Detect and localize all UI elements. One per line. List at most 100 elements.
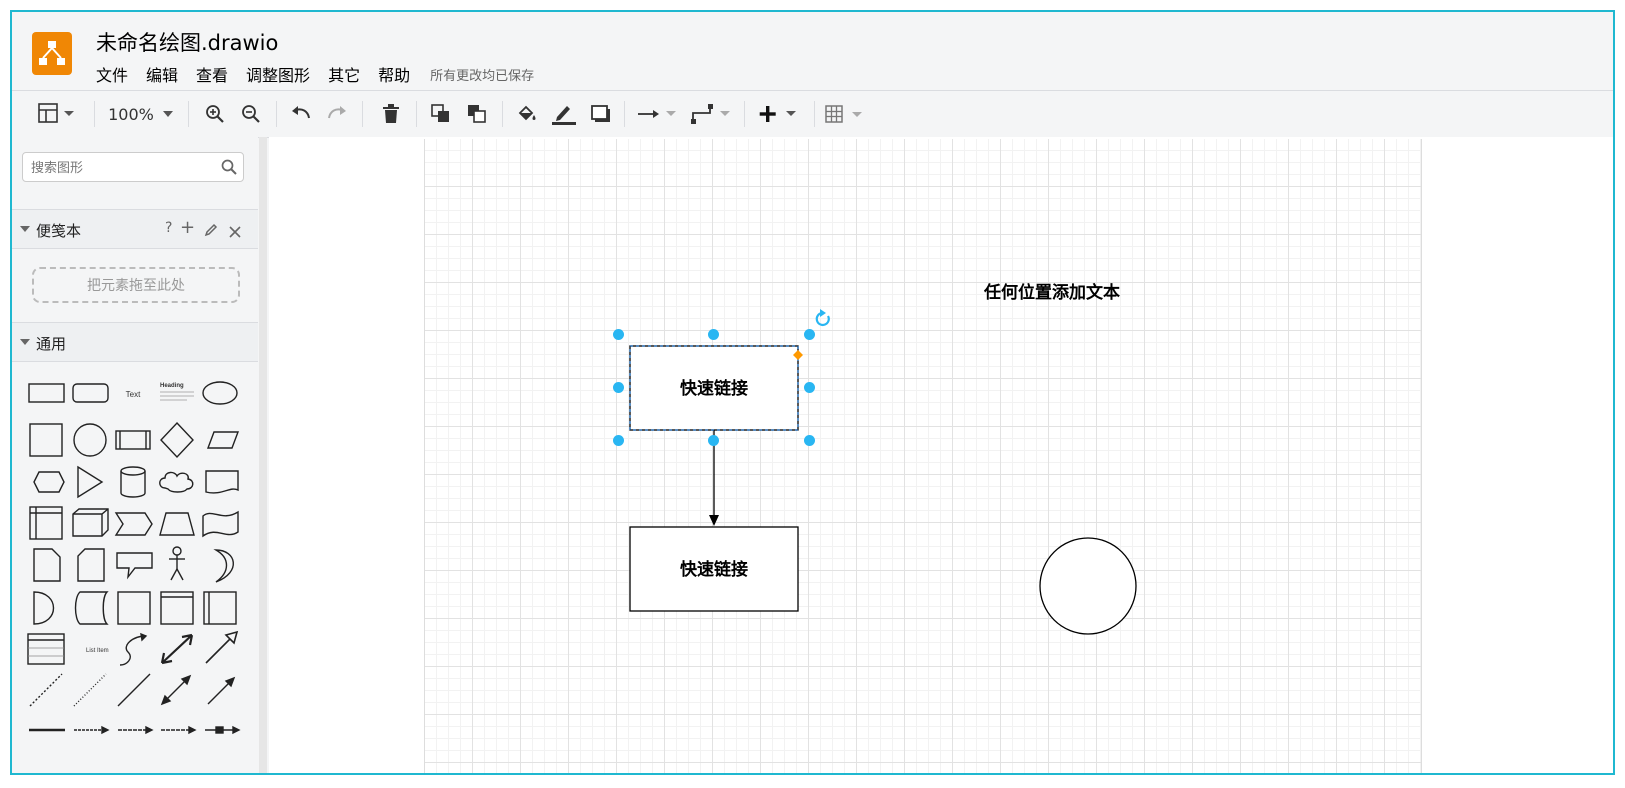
- shape-text[interactable]: Text: [126, 390, 141, 399]
- menu-view[interactable]: 查看: [196, 62, 228, 86]
- shape-actor[interactable]: [169, 546, 185, 581]
- shape-hexagon[interactable]: [33, 471, 65, 493]
- delete-button[interactable]: [378, 101, 404, 127]
- search-box: [22, 152, 244, 182]
- rotate-handle-icon[interactable]: [815, 309, 830, 327]
- scratchpad-drop-zone[interactable]: 把元素拖至此处: [32, 267, 240, 303]
- shape-document[interactable]: [205, 470, 239, 494]
- shape-link-edge[interactable]: [118, 725, 154, 735]
- zoom-dropdown[interactable]: 100%: [106, 101, 176, 127]
- shape-circle[interactable]: [73, 423, 107, 457]
- resize-handle-ne[interactable]: [804, 329, 815, 340]
- shape-bidirectional-connector[interactable]: [160, 674, 192, 706]
- shape-or[interactable]: [213, 549, 234, 583]
- file-title[interactable]: 未命名绘图.drawio: [96, 27, 278, 57]
- shape-callout[interactable]: [116, 552, 153, 580]
- insert-icon: [758, 104, 802, 124]
- menu-arrange[interactable]: 调整图形: [246, 62, 310, 86]
- redo-button[interactable]: [324, 101, 350, 127]
- menu-help[interactable]: 帮助: [378, 62, 410, 86]
- resize-handle-w[interactable]: [613, 382, 624, 393]
- shape-tape[interactable]: [202, 510, 239, 538]
- shape-triangle[interactable]: [77, 465, 104, 499]
- shape-diamond[interactable]: [160, 421, 194, 459]
- table-button[interactable]: [824, 101, 868, 127]
- save-status[interactable]: 所有更改均已保存: [430, 65, 534, 84]
- line-color-button[interactable]: [550, 101, 578, 127]
- resize-handle-nw[interactable]: [613, 329, 624, 340]
- shape-cube[interactable]: [72, 508, 109, 537]
- resize-handle-sw[interactable]: [613, 435, 624, 446]
- flow-node-2-label: 快速链接: [680, 559, 748, 580]
- shape-trapezoid[interactable]: [159, 512, 195, 536]
- shape-dashed-line[interactable]: [29, 673, 63, 707]
- shape-delay[interactable]: [33, 591, 55, 625]
- shape-link-label[interactable]: [161, 725, 197, 735]
- search-icon[interactable]: [221, 159, 237, 179]
- collapse-caret-icon: [20, 339, 30, 345]
- connection-style-button[interactable]: [636, 101, 680, 127]
- menu-edit[interactable]: 编辑: [146, 62, 178, 86]
- shape-rounded-rectangle[interactable]: [72, 383, 109, 403]
- close-icon[interactable]: [229, 223, 241, 242]
- circle-shape[interactable]: [1039, 537, 1137, 635]
- zoom-out-button[interactable]: [238, 101, 264, 127]
- scratchpad-help-button[interactable]: ?: [165, 220, 172, 236]
- free-text-label[interactable]: 任何位置添加文本: [983, 282, 1120, 303]
- shape-link-arrow[interactable]: [74, 725, 110, 735]
- resize-handle-e[interactable]: [804, 382, 815, 393]
- canvas-area[interactable]: 快速链接 快速链接 任何位置添加文本: [269, 137, 1613, 773]
- shape-process[interactable]: [115, 430, 151, 450]
- resize-handle-s[interactable]: [708, 435, 719, 446]
- fill-color-button[interactable]: [514, 101, 540, 127]
- shape-textbox[interactable]: Heading: [160, 383, 194, 401]
- shape-line[interactable]: [117, 673, 151, 707]
- shape-container[interactable]: [160, 591, 194, 625]
- shape-bidirectional-arrow[interactable]: [160, 633, 194, 665]
- menu-file[interactable]: 文件: [96, 62, 128, 86]
- shape-dotted-line[interactable]: [73, 673, 107, 707]
- drawing-page[interactable]: 快速链接 快速链接 任何位置添加文本: [424, 139, 1422, 773]
- shape-palette: Text Heading List Item: [22, 372, 252, 746]
- shape-data-storage[interactable]: [74, 591, 109, 625]
- to-back-button[interactable]: [464, 101, 490, 127]
- waypoints-icon: [690, 103, 734, 125]
- scratchpad-add-button[interactable]: +: [180, 217, 195, 238]
- resize-handle-n[interactable]: [708, 329, 719, 340]
- shape-internal-storage[interactable]: [29, 506, 63, 540]
- shape-arrow[interactable]: [205, 630, 239, 664]
- shape-ellipse[interactable]: [202, 381, 238, 405]
- shape-parallelogram[interactable]: [206, 431, 240, 449]
- shape-list[interactable]: [27, 633, 65, 665]
- scratchpad-header[interactable]: 便笺本 ? +: [12, 209, 258, 249]
- search-input[interactable]: [29, 158, 218, 178]
- shape-cylinder[interactable]: [120, 466, 146, 498]
- shape-sidebar: 便笺本 ? + 把元素拖至此处 通用 Text Heading: [12, 137, 258, 773]
- shape-square[interactable]: [29, 423, 63, 457]
- shape-curve[interactable]: [119, 632, 148, 666]
- to-front-button[interactable]: [428, 101, 454, 127]
- shape-vertical-container[interactable]: [203, 591, 237, 625]
- header: 未命名绘图.drawio 文件 编辑 查看 调整图形 其它 帮助 所有更改均已保…: [12, 12, 1613, 90]
- shape-step[interactable]: [114, 512, 153, 536]
- menu-extras[interactable]: 其它: [328, 62, 360, 86]
- shape-list-item[interactable]: List Item: [86, 648, 109, 654]
- undo-button[interactable]: [288, 101, 314, 127]
- shape-directional-connector[interactable]: [207, 676, 236, 705]
- shape-square-2[interactable]: [117, 591, 151, 625]
- to-back-icon: [467, 104, 487, 124]
- shadow-button[interactable]: [588, 101, 614, 127]
- format-panel-button[interactable]: [36, 101, 80, 127]
- general-section-header[interactable]: 通用: [12, 322, 258, 362]
- waypoints-button[interactable]: [690, 101, 734, 127]
- shape-cloud[interactable]: [159, 471, 194, 493]
- shape-note[interactable]: [33, 548, 61, 582]
- sidebar-scrollbar[interactable]: [259, 137, 267, 773]
- shape-card[interactable]: [77, 548, 105, 582]
- shape-rectangle[interactable]: [28, 383, 65, 403]
- edit-icon[interactable]: [204, 222, 218, 241]
- insert-button[interactable]: [758, 101, 802, 127]
- resize-handle-se[interactable]: [804, 435, 815, 446]
- zoom-in-button[interactable]: [202, 101, 228, 127]
- shape-link-box[interactable]: [205, 725, 241, 735]
